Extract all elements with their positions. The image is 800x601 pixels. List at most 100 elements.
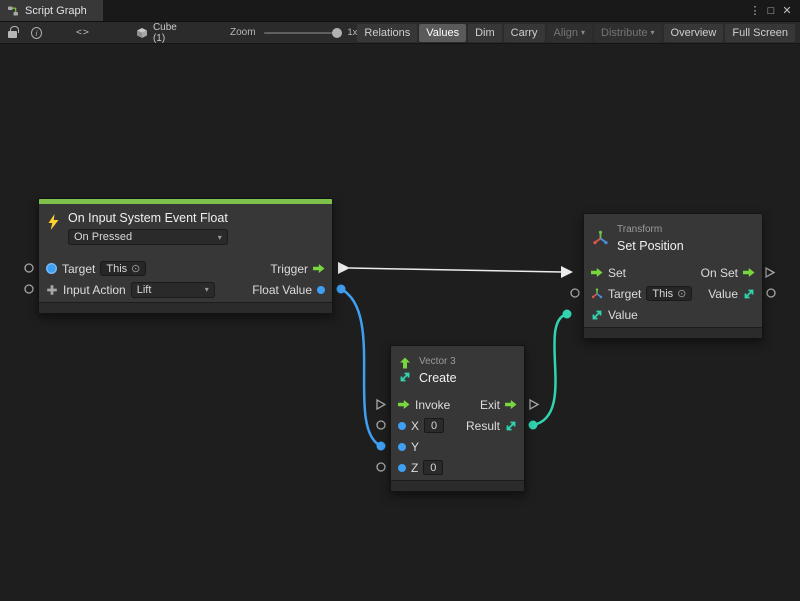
dim-button[interactable]: Dim	[468, 24, 502, 42]
carry-button[interactable]: Carry	[504, 24, 545, 42]
chip-value: This	[652, 288, 673, 300]
tab-script-graph[interactable]: Script Graph	[0, 0, 103, 21]
target-label: Cube (1)	[153, 22, 186, 44]
port-invoke-input[interactable]	[377, 400, 385, 409]
zoom-slider-handle[interactable]	[332, 28, 342, 38]
full-screen-button[interactable]: Full Screen	[725, 24, 795, 42]
object-picker-icon: ⊙	[677, 287, 686, 300]
flow-arrow-icon	[398, 400, 410, 409]
flow-arrow-icon	[743, 268, 755, 277]
x-value-field[interactable]: 0	[424, 418, 444, 433]
port-result-output[interactable]	[529, 421, 538, 430]
relations-button[interactable]: Relations	[357, 24, 417, 42]
wire-trigger-to-set[interactable]	[338, 262, 573, 278]
port-setposition-value-output[interactable]	[767, 289, 775, 297]
overview-button[interactable]: Overview	[664, 24, 724, 42]
value-out-label: Value	[708, 287, 738, 301]
code-icon[interactable]: <>	[76, 27, 90, 38]
info-icon[interactable]: i	[31, 27, 42, 39]
set-in-arrow[interactable]	[561, 266, 573, 278]
port-setposition-target-input[interactable]	[571, 289, 579, 297]
graph-canvas[interactable]: On Input System Event Float On Pressed ▾…	[0, 44, 800, 601]
lightning-icon	[47, 214, 60, 230]
port-z-input[interactable]	[377, 463, 385, 471]
port-event-inputaction-input[interactable]	[25, 285, 33, 293]
chip-value: This	[106, 263, 127, 275]
z-label: Z	[411, 461, 418, 475]
flow-arrow-icon	[313, 264, 325, 273]
node-type-label: Transform	[617, 224, 684, 235]
vector3-icon	[399, 371, 411, 383]
chevron-down-icon: ▾	[651, 28, 655, 37]
row-set-onset: Set On Set	[584, 262, 762, 283]
invoke-label: Invoke	[415, 398, 450, 412]
close-icon[interactable]: ✕	[779, 4, 795, 17]
vector3-icon	[505, 420, 517, 432]
z-value-field[interactable]: 0	[423, 460, 443, 475]
gameobject-icon	[46, 263, 57, 274]
event-mode-dropdown[interactable]: On Pressed ▾	[68, 229, 228, 245]
node-type-label: Vector 3	[419, 356, 457, 367]
cube-icon	[136, 27, 148, 39]
overview-label: Overview	[671, 27, 717, 39]
row-inputaction-floatvalue: Input Action Lift ▾ Float Value	[39, 279, 332, 300]
vector3-icon	[591, 309, 603, 321]
flow-arrow-icon	[591, 268, 603, 277]
result-label: Result	[466, 419, 500, 433]
align-button[interactable]: Align▾	[547, 24, 592, 42]
trigger-out-arrow[interactable]	[338, 262, 350, 274]
values-label: Values	[426, 27, 459, 39]
dropdown-value: On Pressed	[74, 231, 132, 243]
input-action-icon	[46, 284, 58, 296]
set-label: Set	[608, 266, 626, 280]
target-label: Target	[608, 287, 641, 301]
row-x-result: X 0 Result	[391, 415, 524, 436]
distribute-button[interactable]: Distribute ▾	[594, 24, 661, 42]
vector3-node-header: Vector 3 Create	[391, 346, 524, 394]
node-vector3-create[interactable]: Vector 3 Create Invoke Exit	[390, 345, 525, 492]
port-event-target-input[interactable]	[25, 264, 33, 272]
value-in-label: Value	[608, 308, 638, 322]
script-graph-icon	[7, 5, 19, 17]
float-port-icon	[398, 443, 406, 451]
target-label: Target	[62, 262, 95, 276]
values-button[interactable]: Values	[419, 24, 466, 42]
node-title: Create	[419, 371, 457, 385]
window-controls: ⋮ □ ✕	[747, 0, 800, 21]
port-x-input[interactable]	[377, 421, 385, 429]
transform-node-header: Transform Set Position	[584, 214, 762, 262]
distribute-label: Distribute	[601, 27, 647, 39]
node-transform-set-position[interactable]: Transform Set Position Set On Set	[583, 213, 763, 339]
relations-label: Relations	[364, 27, 410, 39]
node-footer	[584, 327, 762, 338]
zoom-slider[interactable]	[264, 27, 343, 39]
window-menu-icon[interactable]: ⋮	[747, 4, 763, 17]
graph-target-selector[interactable]: Cube (1)	[136, 22, 186, 44]
target-object-chip[interactable]: This ⊙	[100, 261, 146, 276]
port-setposition-value-input[interactable]	[563, 310, 572, 319]
lock-icon[interactable]	[8, 31, 17, 38]
dim-label: Dim	[475, 27, 495, 39]
port-floatvalue-output[interactable]	[337, 285, 346, 294]
target-object-chip[interactable]: This ⊙	[646, 286, 692, 301]
row-invoke-exit: Invoke Exit	[391, 394, 524, 415]
port-onset-output[interactable]	[766, 268, 774, 277]
maximize-icon[interactable]: □	[763, 5, 779, 17]
float-port-icon	[398, 422, 406, 430]
port-y-input[interactable]	[377, 442, 386, 451]
node-footer	[39, 302, 332, 313]
port-exit-output[interactable]	[530, 400, 538, 409]
node-title: Set Position	[617, 239, 684, 253]
input-action-dropdown[interactable]: Lift ▾	[131, 282, 215, 298]
tab-label: Script Graph	[25, 5, 87, 17]
row-y: Y	[391, 436, 524, 457]
wire-result-to-value[interactable]	[529, 310, 572, 430]
zoom-slider-track[interactable]	[264, 32, 343, 34]
float-value-label: Float Value	[252, 283, 312, 297]
full-screen-label: Full Screen	[732, 27, 788, 39]
trigger-label: Trigger	[270, 262, 308, 276]
toolbar-buttons: Relations Values Dim Carry Align▾ Distri…	[357, 24, 797, 42]
node-on-input-system-event-float[interactable]: On Input System Event Float On Pressed ▾…	[38, 198, 333, 314]
node-title: On Input System Event Float	[68, 211, 228, 225]
node-footer	[391, 480, 524, 491]
